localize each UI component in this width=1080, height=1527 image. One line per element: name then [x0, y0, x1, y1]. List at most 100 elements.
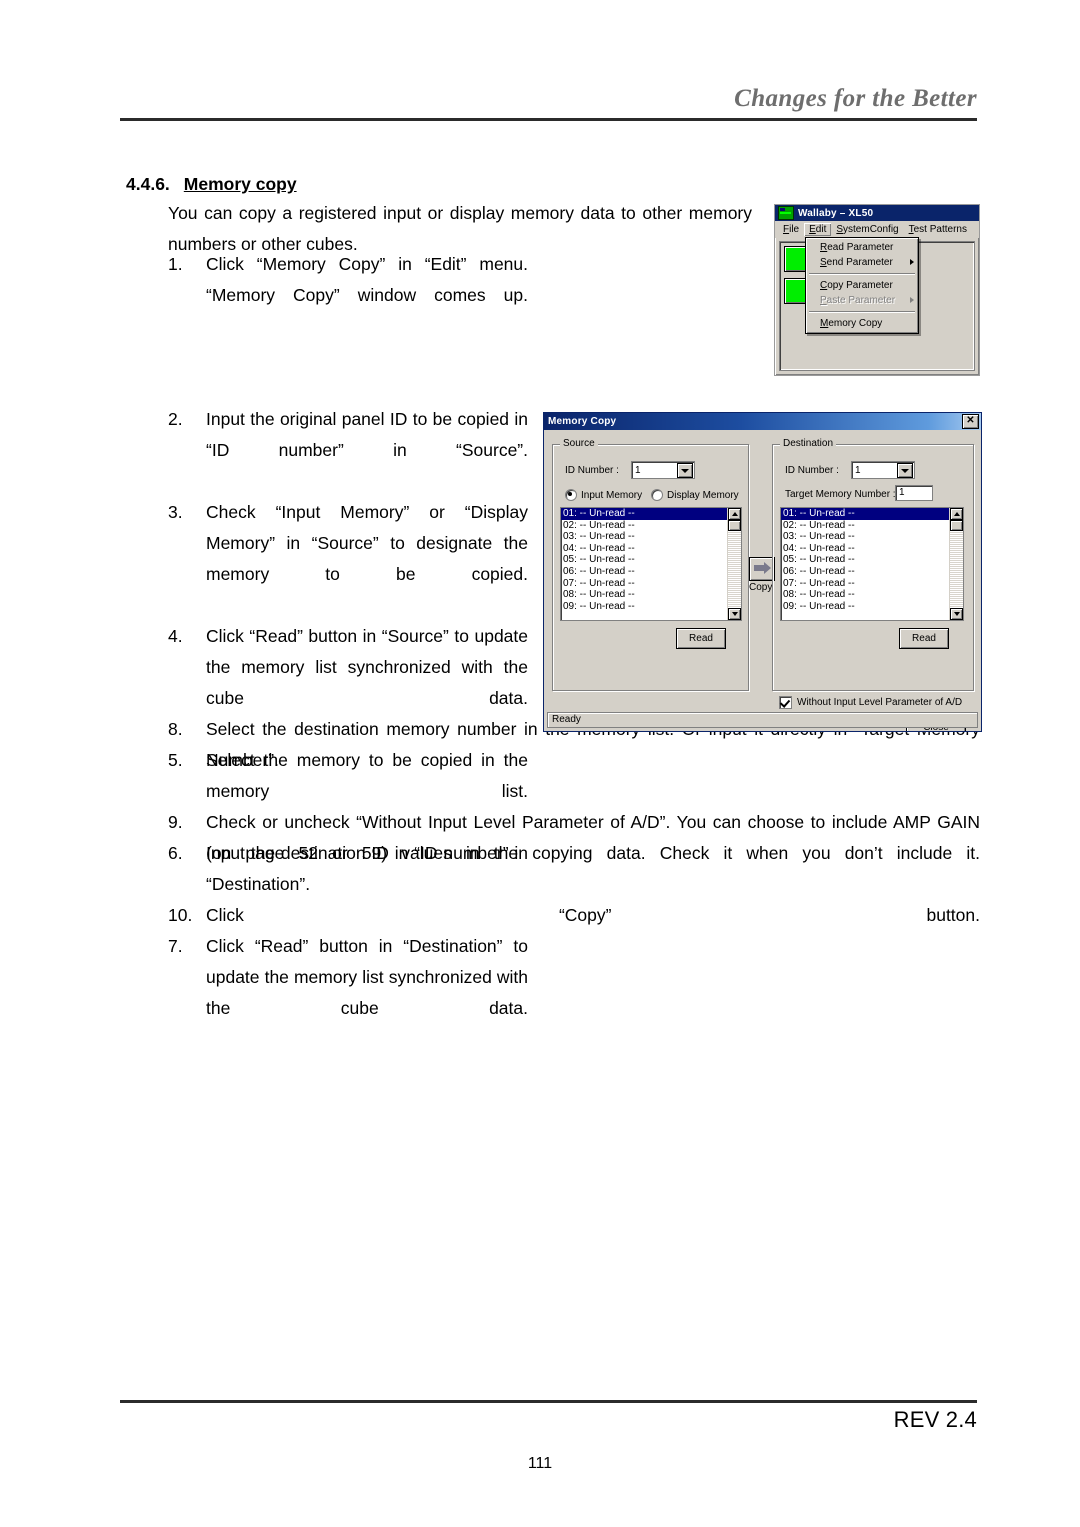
menu-systemconfig-rest: ystemConfig — [843, 223, 899, 235]
wallaby-window-screenshot: Wallaby – XL50 File Edit SystemConfig Te… — [774, 204, 980, 376]
menu-edit[interactable]: Edit — [804, 222, 832, 236]
page-header-title: Changes for the Better — [734, 85, 977, 112]
list-item[interactable]: 06: -- Un-read -- — [781, 566, 949, 578]
destination-memory-listbox[interactable]: 01: -- Un-read -- 02: -- Un-read -- 03: … — [780, 507, 964, 621]
list-text: Click “Copy” button. — [206, 905, 980, 925]
source-radio-display-memory-label: Display Memory — [667, 489, 739, 501]
destination-groupbox: Destination ID Number : 1 Target Memory … — [772, 438, 974, 691]
footer-revision: REV 2.4 — [893, 1407, 977, 1432]
source-id-number-value: 1 — [635, 464, 641, 476]
list-item[interactable]: 07: -- Un-read -- — [781, 578, 949, 590]
source-groupbox: Source ID Number : 1 Input Memory Displa… — [552, 438, 749, 691]
menu-test-patterns[interactable]: Test Patterns — [904, 223, 972, 236]
source-radio-display-memory[interactable]: Display Memory — [651, 489, 739, 501]
destination-id-number-label: ID Number : — [785, 465, 839, 476]
list-item[interactable]: 02: -- Un-read -- — [561, 520, 727, 532]
menu-item-memory-copy[interactable]: Memory Copy — [806, 316, 918, 331]
list-item[interactable]: 01: -- Un-read -- — [781, 508, 949, 520]
source-radio-input-memory[interactable]: Input Memory — [565, 489, 642, 501]
radio-on-icon[interactable] — [565, 489, 577, 501]
list-item[interactable]: 09: -- Un-read -- — [781, 601, 949, 613]
source-radio-input-memory-label: Input Memory — [581, 489, 643, 501]
list-item[interactable]: 04: -- Un-read -- — [781, 543, 949, 555]
radio-off-icon[interactable] — [651, 489, 663, 501]
list-item[interactable]: 03: -- Un-read -- — [781, 531, 949, 543]
arrow-right-icon — [754, 562, 771, 574]
source-id-number-combobox[interactable]: 1 — [631, 461, 695, 479]
source-read-button[interactable]: Read — [676, 628, 726, 649]
without-input-level-checkbox-row[interactable]: Without Input Level Parameter of A/D — [779, 696, 962, 709]
scroll-up-icon[interactable] — [728, 508, 741, 520]
wallaby-menubar: File Edit SystemConfig Test Patterns — [775, 221, 979, 238]
list-marker: 1. — [168, 254, 183, 274]
menu-separator — [809, 311, 915, 313]
list-item: 10. Click “Copy” button. — [168, 900, 980, 962]
list-item[interactable]: 05: -- Un-read -- — [781, 554, 949, 566]
target-memory-number-input[interactable]: 1 — [895, 485, 933, 501]
dialog-title-text: Memory Copy — [548, 416, 617, 427]
checkbox-checked-icon[interactable] — [779, 696, 792, 709]
list-text: Check “Input Memory” or “Display Memory”… — [206, 502, 528, 584]
steps-group-1: 1. Click “Memory Copy” in “Edit” menu. “… — [168, 249, 528, 342]
list-marker: 4. — [168, 626, 183, 646]
memory-copy-dialog-screenshot: Memory Copy ✕ Source ID Number : 1 Input… — [543, 412, 982, 732]
chevron-down-icon[interactable] — [677, 462, 693, 478]
menu-item-copy-parameter[interactable]: Copy Parameter — [806, 278, 918, 293]
wallaby-title-text: Wallaby – XL50 — [798, 207, 874, 219]
menu-file[interactable]: File — [778, 223, 804, 236]
list-item[interactable]: 09: -- Un-read -- — [561, 601, 727, 613]
list-item[interactable]: 02: -- Un-read -- — [781, 520, 949, 532]
scroll-up-icon[interactable] — [950, 508, 963, 520]
list-marker: 2. — [168, 409, 183, 429]
list-marker: 3. — [168, 502, 183, 522]
dialog-statusbar: Ready — [547, 712, 978, 728]
list-marker: 9. — [168, 812, 183, 832]
list-item[interactable]: 03: -- Un-read -- — [561, 531, 727, 543]
application-icon — [778, 206, 794, 220]
list-item[interactable]: 07: -- Un-read -- — [561, 578, 727, 590]
list-item[interactable]: 08: -- Un-read -- — [561, 589, 727, 601]
scroll-down-icon[interactable] — [728, 608, 741, 620]
menu-item-copy-parameter-rest: opy Parameter — [827, 280, 893, 291]
submenu-arrow-icon — [910, 297, 914, 303]
list-item[interactable]: 01: -- Un-read -- — [561, 508, 727, 520]
list-text: Check or uncheck “Without Input Level Pa… — [206, 812, 980, 863]
menu-file-rest: ile — [789, 223, 800, 235]
destination-read-button[interactable]: Read — [899, 628, 949, 649]
destination-group-label: Destination — [780, 438, 837, 449]
scrollbar-thumb[interactable] — [728, 520, 741, 531]
submenu-arrow-icon — [910, 259, 914, 265]
menu-item-send-parameter[interactable]: Send Parameter — [806, 255, 918, 270]
destination-list-scrollbar[interactable] — [949, 508, 963, 620]
scrollbar-thumb[interactable] — [950, 520, 963, 531]
footer-page-number: 111 — [527, 1455, 553, 1472]
list-item[interactable]: 04: -- Un-read -- — [561, 543, 727, 555]
list-item: 9. Check or uncheck “Without Input Level… — [168, 807, 980, 900]
list-item[interactable]: 06: -- Un-read -- — [561, 566, 727, 578]
section-title: Memory copy — [183, 174, 297, 194]
menu-item-send-parameter-rest: end Parameter — [826, 257, 893, 268]
document-page: Changes for the Better 4.4.6. Memory copy… — [0, 0, 1080, 1527]
menu-item-paste-parameter-rest: aste Parameter — [826, 295, 896, 306]
menu-test-patterns-rest: est Patterns — [913, 223, 967, 235]
destination-id-number-combobox[interactable]: 1 — [851, 461, 915, 479]
list-text: Click “Memory Copy” in “Edit” menu. “Mem… — [206, 254, 528, 305]
source-id-number-label: ID Number : — [565, 465, 619, 476]
footer-rule — [120, 1400, 977, 1403]
menu-separator — [809, 273, 915, 275]
chevron-down-icon[interactable] — [897, 462, 913, 478]
list-item[interactable]: 08: -- Un-read -- — [781, 589, 949, 601]
edit-dropdown-menu: Read Parameter Send Parameter Copy Param… — [805, 237, 919, 334]
source-memory-list-items: 01: -- Un-read -- 02: -- Un-read -- 03: … — [561, 508, 727, 620]
source-memory-listbox[interactable]: 01: -- Un-read -- 02: -- Un-read -- 03: … — [560, 507, 742, 621]
section-heading: 4.4.6. Memory copy — [126, 174, 297, 195]
scroll-down-icon[interactable] — [950, 608, 963, 620]
list-item[interactable]: 05: -- Un-read -- — [561, 554, 727, 566]
menu-edit-rest: dit — [815, 223, 827, 235]
menu-item-read-parameter[interactable]: Read Parameter — [806, 240, 918, 255]
without-input-level-checkbox-label: Without Input Level Parameter of A/D — [797, 697, 963, 708]
close-icon[interactable]: ✕ — [962, 414, 979, 429]
source-list-scrollbar[interactable] — [727, 508, 741, 620]
header-rule — [120, 118, 977, 121]
menu-systemconfig[interactable]: SystemConfig — [831, 223, 903, 236]
